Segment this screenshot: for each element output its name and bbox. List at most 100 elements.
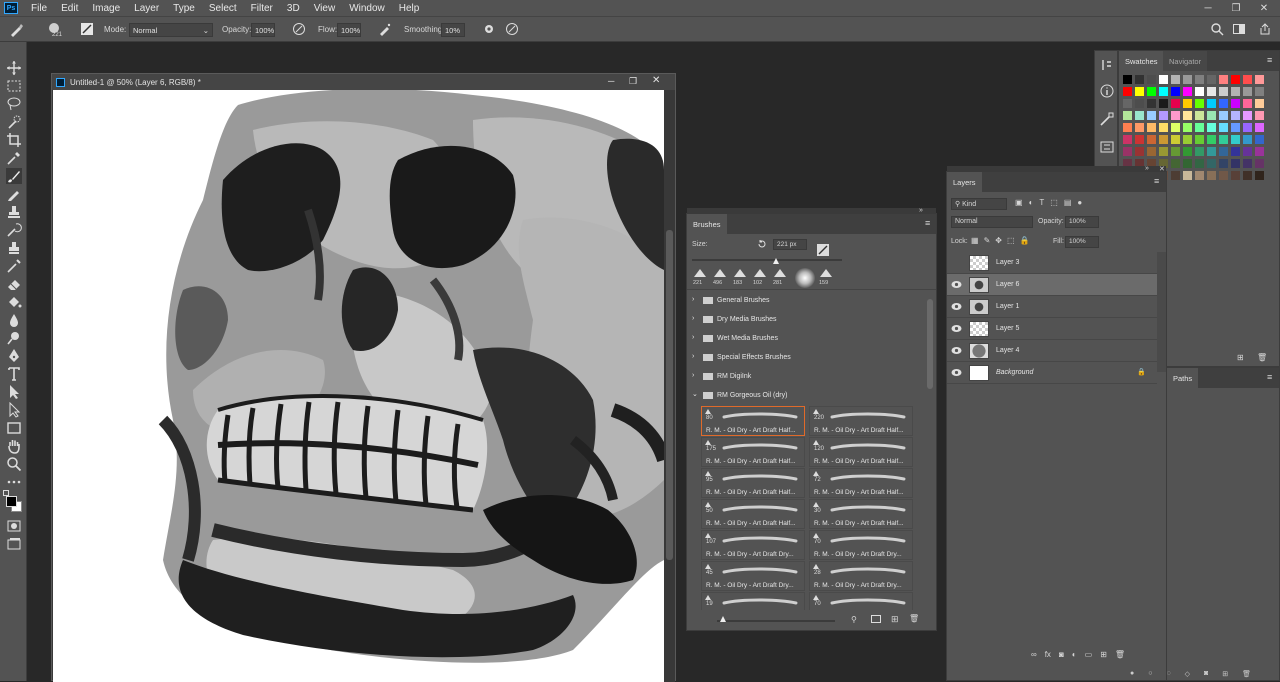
brush-preset[interactable]: 50 R. M. - Oil Dry - Art Draft Half... — [701, 499, 805, 529]
brush-tool-icon[interactable] — [6, 168, 22, 184]
swatch[interactable] — [1123, 135, 1132, 144]
menu-image[interactable]: Image — [85, 3, 127, 14]
paths-menu-icon[interactable]: ≡ — [1267, 372, 1272, 382]
size-slider-handle[interactable] — [773, 258, 779, 264]
gear-icon[interactable] — [482, 22, 498, 38]
history-panel-icon[interactable] — [1099, 57, 1115, 73]
recent-brush[interactable]: 159 — [819, 268, 833, 288]
collapse-icon[interactable]: » — [1145, 165, 1149, 172]
opacity-input[interactable]: 100% — [251, 23, 275, 37]
rectangle-tool-icon[interactable] — [6, 420, 22, 436]
visibility-eye-icon[interactable] — [951, 346, 962, 355]
swatch[interactable] — [1159, 147, 1168, 156]
layer-row[interactable]: Layer 1 — [947, 296, 1157, 318]
swatch[interactable] — [1171, 147, 1180, 156]
adjustments-panel-icon[interactable] — [1099, 139, 1115, 155]
search-icon[interactable] — [1210, 22, 1226, 38]
swatch[interactable] — [1147, 147, 1156, 156]
recent-brush[interactable]: 102 — [753, 268, 767, 288]
swatch[interactable] — [1171, 111, 1180, 120]
brush-preset[interactable]: 120 R. M. - Oil Dry - Art Draft Half... — [809, 437, 913, 467]
brush-preset[interactable]: 45 R. M. - Oil Dry - Art Draft Dry... — [701, 561, 805, 591]
minimize-icon[interactable]: ─ — [1194, 0, 1222, 16]
quick-mask-icon[interactable] — [6, 518, 22, 534]
swatch[interactable] — [1123, 75, 1132, 84]
recent-brush[interactable]: 221 — [693, 268, 707, 288]
swatch[interactable] — [1255, 159, 1264, 168]
flow-input[interactable]: 100% — [337, 23, 361, 37]
brush-tool-preset-icon[interactable] — [8, 22, 24, 38]
swatch[interactable] — [1183, 135, 1192, 144]
pixel-filter-icon[interactable]: ▣ — [1015, 198, 1023, 210]
brush-preset[interactable]: 28 R. M. - Oil Dry - Art Draft Dry... — [809, 561, 913, 591]
swatch[interactable] — [1135, 147, 1144, 156]
airbrush-icon[interactable] — [378, 22, 394, 38]
swatch[interactable] — [1243, 147, 1252, 156]
swatch[interactable] — [1171, 123, 1180, 132]
swatch[interactable] — [1255, 147, 1264, 156]
swatch[interactable] — [1207, 171, 1216, 180]
foreground-color[interactable] — [6, 496, 17, 507]
tab-brushes[interactable]: Brushes — [687, 214, 727, 234]
tab-swatches[interactable]: Swatches — [1119, 51, 1164, 71]
layer-opacity-input[interactable]: 100% — [1065, 216, 1099, 228]
doc-minimize-icon[interactable]: ─ — [608, 76, 614, 86]
swatch[interactable] — [1231, 135, 1240, 144]
swatch[interactable] — [1219, 99, 1228, 108]
brush-preset[interactable]: 95 R. M. - Oil Dry - Art Draft Half... — [701, 468, 805, 498]
brush-preset[interactable]: 175 R. M. - Oil Dry - Art Draft Half... — [701, 437, 805, 467]
menu-edit[interactable]: Edit — [54, 3, 85, 14]
swatch[interactable] — [1171, 99, 1180, 108]
swatch[interactable] — [1243, 159, 1252, 168]
panel-menu-icon[interactable]: ≡ — [1267, 55, 1272, 65]
swatch[interactable] — [1243, 123, 1252, 132]
swatch[interactable] — [1171, 87, 1180, 96]
folder-rm-gorgeous-oil-dry[interactable]: ⌄ RM Gorgeous Oil (dry) — [689, 387, 925, 405]
swatch[interactable] — [1195, 171, 1204, 180]
lock-all-icon[interactable]: 🔒 — [1020, 236, 1030, 248]
brushes-scroll-thumb[interactable] — [927, 299, 933, 389]
filter-kind-dropdown[interactable]: ⚲ Kind — [951, 198, 1007, 210]
visibility-eye-icon[interactable] — [951, 324, 962, 333]
delete-layer-icon[interactable]: 🗑 — [1115, 650, 1125, 662]
document-tab[interactable]: Untitled-1 @ 50% (Layer 6, RGB/8) * ─ ❐ … — [52, 74, 675, 90]
smoothing-input[interactable]: 10% — [441, 23, 465, 37]
color-swatches[interactable] — [3, 490, 23, 514]
swatch[interactable] — [1207, 87, 1216, 96]
add-mask-icon[interactable]: ◙ — [1059, 650, 1064, 662]
folder-general-brushes[interactable]: › General Brushes — [689, 292, 925, 310]
dodge-tool-icon[interactable] — [6, 330, 22, 346]
lock-pixels-icon[interactable]: ✎ — [984, 236, 991, 248]
scroll-thumb[interactable] — [666, 230, 673, 560]
preview-size-slider[interactable] — [717, 620, 835, 622]
mode-dropdown[interactable]: Normal ⌄ — [129, 23, 213, 37]
reset-size-icon[interactable] — [757, 239, 767, 249]
path-selection-tool-icon[interactable] — [6, 384, 22, 400]
doc-restore-icon[interactable]: ❐ — [629, 76, 637, 87]
menu-select[interactable]: Select — [202, 3, 244, 14]
swatch[interactable] — [1123, 99, 1132, 108]
brush-preset[interactable]: 107 R. M. - Oil Dry - Art Draft Dry... — [701, 530, 805, 560]
layer-row[interactable]: Background 🔒 — [947, 362, 1157, 384]
artboard-lock-icon[interactable]: ⬚ — [1007, 236, 1015, 248]
swatch[interactable] — [1171, 171, 1180, 180]
brush-settings-panel-icon[interactable] — [1099, 111, 1115, 127]
tab-navigator[interactable]: Navigator — [1163, 51, 1208, 71]
swatch[interactable] — [1195, 87, 1204, 96]
swatch[interactable] — [1147, 123, 1156, 132]
menu-3d[interactable]: 3D — [280, 3, 307, 14]
swatch[interactable] — [1219, 135, 1228, 144]
swatch[interactable] — [1255, 87, 1264, 96]
swatch[interactable] — [1159, 75, 1168, 84]
recent-brush[interactable]: 496 — [713, 268, 727, 288]
menu-window[interactable]: Window — [342, 3, 392, 14]
swatch[interactable] — [1195, 123, 1204, 132]
lock-transparency-icon[interactable]: ▦ — [971, 236, 979, 248]
swatch[interactable] — [1243, 111, 1252, 120]
swatch[interactable] — [1231, 75, 1240, 84]
tab-layers[interactable]: Layers — [947, 172, 982, 192]
swatch[interactable] — [1243, 135, 1252, 144]
swatch[interactable] — [1207, 135, 1216, 144]
swatch[interactable] — [1231, 111, 1240, 120]
swatch[interactable] — [1135, 75, 1144, 84]
